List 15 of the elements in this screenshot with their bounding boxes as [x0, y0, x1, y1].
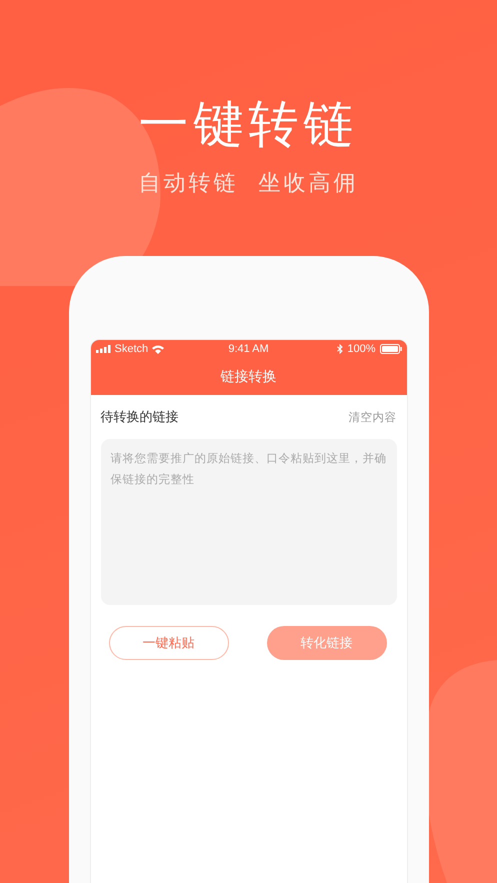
headline: 一键转链: [138, 94, 358, 155]
battery-percent: 100%: [347, 343, 376, 355]
signal-icon: [96, 345, 110, 353]
section-title: 待转换的链接: [100, 409, 178, 426]
convert-button[interactable]: 转化链接: [266, 626, 386, 660]
bluetooth-icon: [337, 344, 344, 354]
subtitle: 自动转链 坐收高佣: [138, 170, 358, 198]
battery-icon: [380, 344, 402, 354]
wifi-icon: [152, 344, 164, 354]
status-time: 9:41 AM: [228, 343, 269, 355]
link-input-field[interactable]: 请将您需要推广的原始链接、口令粘贴到这里，并确保链接的完整性: [100, 439, 396, 605]
screen-title: 链接转换: [220, 368, 276, 386]
clear-content-link[interactable]: 清空内容: [348, 410, 396, 424]
carrier-name: Sketch: [114, 343, 148, 355]
paste-button[interactable]: 一键粘贴: [108, 626, 228, 660]
